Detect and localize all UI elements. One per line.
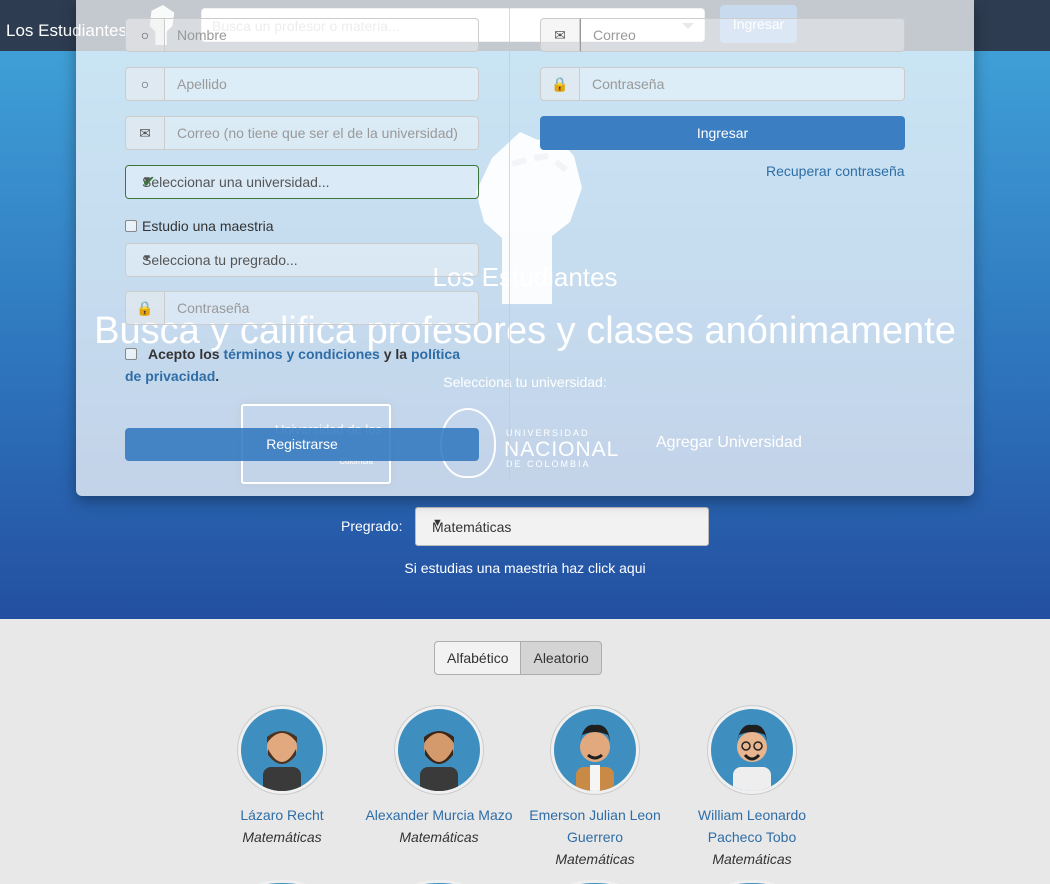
unal-word-top: UNIVERSIDAD — [506, 428, 590, 438]
person-icon — [733, 724, 771, 791]
hero-title: Los Estudiantes — [432, 262, 618, 292]
pregrado-label: Pregrado: — [341, 518, 403, 534]
search-placeholder: Busca un profesor o materia... — [212, 18, 400, 34]
sort-random-button[interactable]: Aleatorio — [521, 641, 602, 675]
uniandes-country: Colombia — [339, 457, 373, 466]
select-university-label: Selecciona tu universidad: — [443, 374, 607, 390]
uniandes-card[interactable]: Universidad de los Andes Colombia — [241, 404, 391, 484]
professor-name[interactable]: Emerson Julian Leon Guerrero — [517, 804, 673, 848]
professor-dept: Matemáticas — [712, 851, 792, 867]
avatar[interactable] — [722, 880, 782, 884]
add-university-link[interactable]: Agregar Universidad — [656, 434, 802, 452]
unal-seal-icon — [440, 408, 496, 478]
unal-card[interactable]: UNIVERSIDAD NACIONAL DE COLOMBIA — [440, 408, 618, 480]
professor-name[interactable]: William Leonardo Pacheco Tobo — [674, 804, 830, 848]
sort-alphabetic-button[interactable]: Alfabético — [434, 641, 522, 675]
search-input[interactable]: Busca un profesor o materia... — [201, 8, 705, 42]
professor-card[interactable]: Emerson Julian Leon Guerrero Matemáticas — [517, 706, 673, 870]
professor-card[interactable]: Alexander Murcia Mazo Matemáticas — [361, 706, 517, 848]
hero-section: Los Estudiantes Busca y califica profeso… — [0, 51, 1050, 619]
professor-dept: Matemáticas — [399, 829, 479, 845]
sort-toggle: Alfabético Aleatorio — [434, 641, 602, 675]
person-icon — [420, 731, 458, 791]
professor-card[interactable]: Lázaro Recht Matemáticas — [204, 706, 360, 848]
chevron-down-icon — [682, 23, 694, 29]
navbar: Los Estudiantes Busca un profesor o mate… — [0, 0, 1050, 51]
chevron-down-icon: ▼ — [432, 517, 443, 529]
professor-dept: Matemáticas — [555, 851, 635, 867]
professor-name[interactable]: Lázaro Recht — [204, 804, 360, 826]
avatar[interactable] — [238, 706, 326, 794]
raised-fist-icon[interactable] — [142, 3, 180, 47]
avatar[interactable] — [565, 880, 625, 884]
maestria-link[interactable]: Si estudias una maestria haz click aqui — [0, 560, 1050, 576]
navbar-login-button[interactable]: Ingresar — [720, 5, 797, 43]
avatar[interactable] — [252, 880, 312, 884]
avatar[interactable] — [409, 880, 469, 884]
professor-name[interactable]: Alexander Murcia Mazo — [361, 804, 517, 826]
pregrado-select[interactable]: Matemáticas ▼ — [415, 507, 709, 546]
unal-word-bottom: DE COLOMBIA — [506, 459, 591, 469]
avatar[interactable] — [708, 706, 796, 794]
professor-dept: Matemáticas — [242, 829, 322, 845]
brand-link[interactable]: Los Estudiantes — [6, 21, 127, 41]
person-icon — [576, 724, 614, 791]
person-icon — [263, 731, 301, 791]
avatar[interactable] — [551, 706, 639, 794]
avatar[interactable] — [395, 706, 483, 794]
professor-card[interactable]: William Leonardo Pacheco Tobo Matemática… — [674, 706, 830, 870]
uniandes-name: Universidad de los Andes — [275, 422, 382, 452]
hero-headline: Busca y califica profesores y clases anó… — [94, 310, 956, 352]
